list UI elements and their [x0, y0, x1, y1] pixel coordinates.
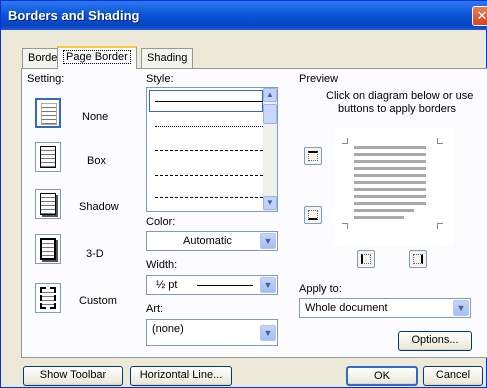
preview-text-line	[354, 202, 426, 205]
style-option-dash-dot[interactable]	[155, 197, 263, 198]
preview-label: Preview	[299, 73, 339, 85]
corner-mark	[437, 138, 443, 144]
cancel-label: Cancel	[435, 369, 471, 381]
tab-shading[interactable]: Shading	[141, 48, 194, 68]
color-value: Automatic	[183, 235, 232, 247]
right-border-button[interactable]	[409, 250, 427, 268]
corner-mark	[342, 138, 348, 144]
page-custom-icon	[40, 287, 56, 309]
width-label: Width:	[146, 259, 178, 271]
setting-3d-option[interactable]	[35, 234, 61, 264]
color-label: Color:	[146, 216, 176, 228]
options-label: Options...	[411, 334, 459, 346]
art-dropdown-button[interactable]: ▼	[260, 325, 276, 341]
style-scrollbar[interactable]: ▲ ▼	[263, 88, 277, 211]
style-option-solid[interactable]	[155, 101, 263, 102]
setting-custom-option[interactable]	[35, 283, 61, 313]
ok-label: OK	[374, 370, 390, 382]
chevron-down-icon: ▼	[263, 328, 273, 338]
page-box-icon	[40, 146, 56, 168]
apply-to-label: Apply to:	[299, 283, 342, 295]
scroll-down-button[interactable]: ▼	[263, 196, 277, 210]
chevron-down-icon: ▼	[456, 303, 466, 313]
style-list[interactable]	[146, 87, 278, 212]
width-dropdown-button[interactable]: ▼	[260, 277, 276, 293]
right-border-icon	[413, 254, 423, 264]
style-option-short-dash[interactable]	[155, 150, 263, 151]
page-shadow-icon	[40, 193, 56, 215]
page-none-icon	[41, 103, 57, 125]
close-icon: ✕	[476, 8, 487, 23]
setting-box-label: Box	[87, 155, 106, 167]
cancel-button[interactable]: Cancel	[423, 366, 483, 386]
title-bar: Borders and Shading ✕	[1, 1, 487, 30]
setting-none-option[interactable]	[35, 98, 61, 128]
scroll-up-button[interactable]: ▲	[263, 88, 277, 102]
setting-label: Setting:	[27, 73, 65, 85]
style-label: Style:	[146, 73, 174, 85]
art-value: (none)	[152, 323, 184, 335]
chevron-up-icon: ▲	[266, 90, 274, 99]
tab-label: Shading	[147, 52, 188, 64]
art-label: Art:	[146, 303, 164, 315]
preview-text-line	[354, 181, 426, 184]
setting-shadow-option[interactable]	[35, 189, 61, 219]
preview-text-line	[354, 188, 426, 191]
setting-shadow-label: Shadow	[79, 201, 119, 213]
options-button[interactable]: Options...	[398, 331, 472, 351]
preview-text-line	[354, 146, 426, 149]
left-border-button[interactable]	[357, 250, 375, 268]
corner-mark	[437, 223, 443, 229]
width-value: ½ pt	[156, 279, 178, 291]
corner-mark	[342, 223, 348, 229]
apply-to-value: Whole document	[305, 302, 388, 314]
width-sample-line	[197, 285, 253, 286]
setting-none-label: None	[82, 111, 109, 123]
preview-hint-line1: Click on diagram below or use	[326, 90, 474, 102]
setting-box-option[interactable]	[35, 142, 61, 172]
scroll-thumb[interactable]	[263, 104, 277, 124]
preview-text-line	[354, 160, 426, 163]
art-dropdown[interactable]: (none) ▼	[146, 319, 278, 346]
ok-button[interactable]: OK	[346, 366, 418, 386]
preview-text-line	[354, 216, 404, 219]
bottom-border-button[interactable]	[304, 206, 322, 224]
setting-3d-label: 3-D	[86, 248, 104, 260]
color-dropdown[interactable]: Automatic ▼	[146, 231, 278, 251]
apply-to-dropdown-button[interactable]: ▼	[453, 300, 469, 316]
color-dropdown-button[interactable]: ▼	[260, 233, 276, 249]
preview-text-line	[354, 195, 426, 198]
show-toolbar-button[interactable]: Show Toolbar	[23, 366, 123, 386]
show-toolbar-label: Show Toolbar	[39, 369, 107, 381]
preview-text-line	[354, 153, 426, 156]
setting-custom-label: Custom	[79, 295, 117, 307]
close-button[interactable]: ✕	[472, 6, 487, 26]
bottom-border-icon	[308, 210, 318, 220]
horizontal-line-label: Horizontal Line...	[139, 369, 223, 381]
chevron-down-icon: ▼	[263, 280, 273, 290]
style-option-dotted[interactable]	[155, 126, 263, 127]
preview-hint-line2: buttons to apply borders	[338, 103, 457, 115]
chevron-down-icon: ▼	[263, 236, 273, 246]
page-3d-icon	[40, 238, 56, 260]
top-border-icon	[308, 151, 318, 161]
top-border-button[interactable]	[304, 147, 322, 165]
style-option-dash[interactable]	[155, 175, 263, 176]
width-dropdown[interactable]: ½ pt ▼	[146, 275, 278, 295]
horizontal-line-button[interactable]: Horizontal Line...	[130, 366, 232, 386]
tab-page-border[interactable]: Page Border	[57, 46, 137, 69]
chevron-down-icon: ▼	[266, 198, 274, 207]
window-title: Borders and Shading	[8, 8, 140, 23]
preview-text-line	[354, 167, 426, 170]
apply-to-dropdown[interactable]: Whole document ▼	[299, 298, 471, 318]
borders-and-shading-dialog: Borders and Shading ✕ Borders Page Borde…	[0, 0, 487, 388]
tab-label: Page Border	[63, 50, 131, 64]
preview-text-line	[354, 209, 414, 212]
preview-text-line	[354, 174, 426, 177]
left-border-icon	[361, 254, 371, 264]
preview-diagram[interactable]	[334, 128, 454, 246]
